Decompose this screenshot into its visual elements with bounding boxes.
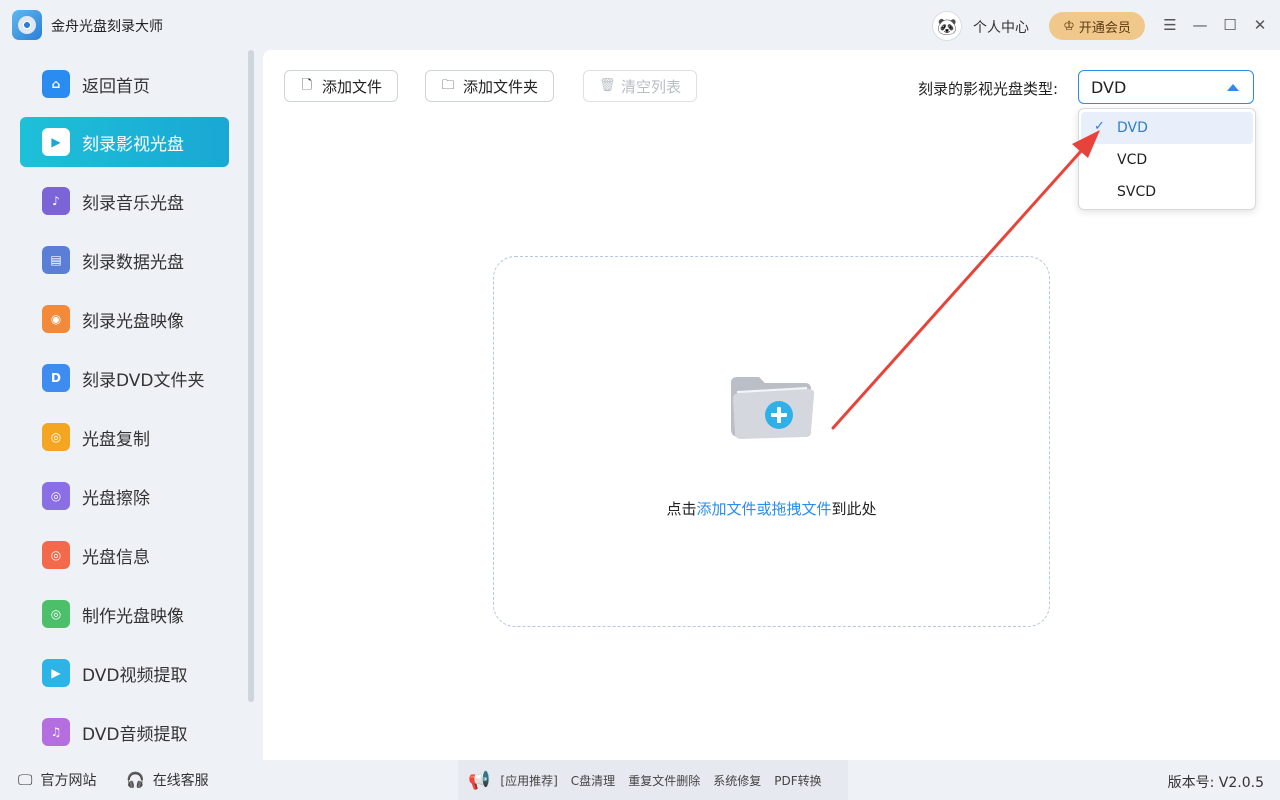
sidebar-item-burn-video[interactable]: ▶ 刻录影视光盘: [20, 117, 229, 167]
sidebar-item-burn-dvd-folder[interactable]: D 刻录DVD文件夹: [20, 353, 229, 403]
dropdown-option-dvd[interactable]: ✓ DVD: [1081, 112, 1253, 144]
sidebar-item-burn-music[interactable]: ♪ 刻录音乐光盘: [20, 176, 229, 226]
disc-type-select[interactable]: DVD: [1078, 70, 1254, 104]
footer: 🖵 官方网站 🎧 在线客服 📢 [应用推荐] C盘清理 重复文件删除 系统修复 …: [0, 760, 1280, 800]
website-link[interactable]: 🖵 官方网站: [18, 770, 96, 790]
audio-extract-icon: ♫: [42, 718, 70, 746]
sidebar-item-label: 刻录光盘映像: [82, 311, 184, 332]
vip-label: 开通会员: [1078, 20, 1131, 36]
promo-link-sys-repair[interactable]: 系统修复: [713, 772, 761, 789]
data-disc-icon: ▤: [42, 246, 70, 274]
minimize-icon[interactable]: —: [1190, 14, 1210, 36]
clear-list-label: 清空列表: [621, 77, 682, 96]
add-folder-label: 添加文件夹: [463, 77, 539, 96]
disc-erase-icon: ◎: [42, 482, 70, 510]
check-icon: ✓: [1094, 119, 1105, 134]
sidebar-item-disc-copy[interactable]: ◎ 光盘复制: [20, 412, 229, 462]
make-image-icon: ◎: [42, 600, 70, 628]
close-icon[interactable]: ✕: [1250, 14, 1270, 36]
dropdown-option-svcd[interactable]: SVCD: [1081, 176, 1253, 208]
promo-link-pdf[interactable]: PDF转换: [774, 772, 821, 789]
website-label: 官方网站: [40, 773, 97, 789]
add-folder-button[interactable]: 🗀 添加文件夹: [425, 70, 555, 102]
promo-link-dup-files[interactable]: 重复文件删除: [628, 772, 700, 789]
option-label: DVD: [1117, 120, 1148, 136]
user-center-link[interactable]: 个人中心: [973, 17, 1029, 37]
menu-icon[interactable]: ☰: [1160, 14, 1180, 36]
dropzone-hint: 点击添加文件或拖拽文件到此处: [494, 498, 1049, 519]
dropzone-add-link[interactable]: 添加文件或拖拽文件: [696, 500, 831, 518]
disc-type-dropdown: ✓ DVD VCD SVCD: [1078, 108, 1256, 210]
megaphone-icon: 📢: [468, 769, 491, 791]
sidebar-item-video-extract[interactable]: ▶ DVD视频提取: [20, 648, 229, 698]
file-dropzone[interactable]: 点击添加文件或拖拽文件到此处: [493, 256, 1050, 627]
dropdown-option-vcd[interactable]: VCD: [1081, 144, 1253, 176]
file-icon: 🗋: [301, 78, 313, 93]
add-file-button[interactable]: 🗋 添加文件: [284, 70, 399, 102]
home-icon: ⌂: [42, 70, 70, 98]
sidebar-item-burn-image[interactable]: ◉ 刻录光盘映像: [20, 294, 229, 344]
add-folder-illustration-icon: [731, 377, 815, 439]
disc-type-value: DVD: [1091, 77, 1127, 97]
sidebar-item-label: 光盘擦除: [82, 488, 150, 509]
headset-icon: 🎧: [126, 771, 145, 789]
sidebar-item-label: 刻录音乐光盘: [82, 193, 184, 214]
dvd-folder-icon: D: [42, 364, 70, 392]
video-extract-icon: ▶: [42, 659, 70, 687]
user-avatar[interactable]: 🐼: [932, 11, 962, 41]
maximize-icon[interactable]: ☐: [1220, 14, 1240, 36]
disc-copy-icon: ◎: [42, 423, 70, 451]
dropzone-suffix: 到此处: [831, 500, 877, 518]
trash-icon: 🗑: [599, 78, 616, 93]
title-bar: 金舟光盘刻录大师 🐼 个人中心 ♔ 开通会员 ☰ — ☐ ✕: [0, 0, 1280, 50]
option-label: SVCD: [1117, 184, 1157, 200]
sidebar-item-label: 返回首页: [82, 76, 150, 97]
support-label: 在线客服: [152, 773, 209, 789]
app-promo-bar: 📢 [应用推荐] C盘清理 重复文件删除 系统修复 PDF转换: [458, 760, 848, 800]
app-logo: [12, 10, 42, 40]
disc-image-icon: ◉: [42, 305, 70, 333]
sidebar-item-label: 光盘信息: [82, 547, 150, 568]
sidebar-item-make-image[interactable]: ◎ 制作光盘映像: [20, 589, 229, 639]
sidebar-item-label: 刻录影视光盘: [82, 134, 184, 155]
sidebar-item-disc-info[interactable]: ◎ 光盘信息: [20, 530, 229, 580]
caret-up-icon: [1227, 84, 1239, 91]
video-disc-icon: ▶: [42, 128, 70, 156]
sidebar-item-audio-extract[interactable]: ♫ DVD音频提取: [20, 707, 229, 757]
folder-icon: 🗀: [441, 78, 455, 93]
option-label: VCD: [1117, 152, 1148, 168]
sidebar-item-label: 刻录数据光盘: [82, 252, 184, 273]
support-link[interactable]: 🎧 在线客服: [126, 770, 209, 790]
add-file-label: 添加文件: [322, 77, 383, 96]
monitor-icon: 🖵: [18, 771, 33, 789]
music-disc-icon: ♪: [42, 187, 70, 215]
app-title: 金舟光盘刻录大师: [51, 19, 163, 35]
sidebar: ⌂ 返回首页 ▶ 刻录影视光盘 ♪ 刻录音乐光盘 ▤ 刻录数据光盘 ◉ 刻录光盘…: [0, 50, 262, 755]
sidebar-item-disc-erase[interactable]: ◎ 光盘擦除: [20, 471, 229, 521]
sidebar-item-label: DVD视频提取: [82, 665, 188, 686]
crown-icon: ♔: [1063, 18, 1075, 34]
vip-button[interactable]: ♔ 开通会员: [1049, 12, 1145, 40]
dropzone-prefix: 点击: [666, 500, 697, 518]
sidebar-item-label: 刻录DVD文件夹: [82, 370, 205, 391]
sidebar-item-label: 制作光盘映像: [82, 606, 184, 627]
clear-list-button[interactable]: 🗑 清空列表: [583, 70, 698, 102]
main-panel: 🗋 添加文件 🗀 添加文件夹 🗑 清空列表 刻录的影视光盘类型: DVD ✓ D…: [263, 50, 1280, 760]
promo-link-c-clean[interactable]: C盘清理: [571, 772, 615, 789]
disc-type-label: 刻录的影视光盘类型:: [918, 80, 1059, 98]
sidebar-scrollbar[interactable]: [248, 50, 254, 702]
sidebar-item-label: DVD音频提取: [82, 724, 188, 745]
sidebar-item-burn-data[interactable]: ▤ 刻录数据光盘: [20, 235, 229, 285]
version-label: 版本号: V2.0.5: [1167, 775, 1264, 791]
sidebar-item-home[interactable]: ⌂ 返回首页: [20, 59, 229, 109]
sidebar-item-label: 光盘复制: [82, 429, 150, 450]
disc-info-icon: ◎: [42, 541, 70, 569]
promo-tag: [应用推荐]: [500, 773, 558, 788]
